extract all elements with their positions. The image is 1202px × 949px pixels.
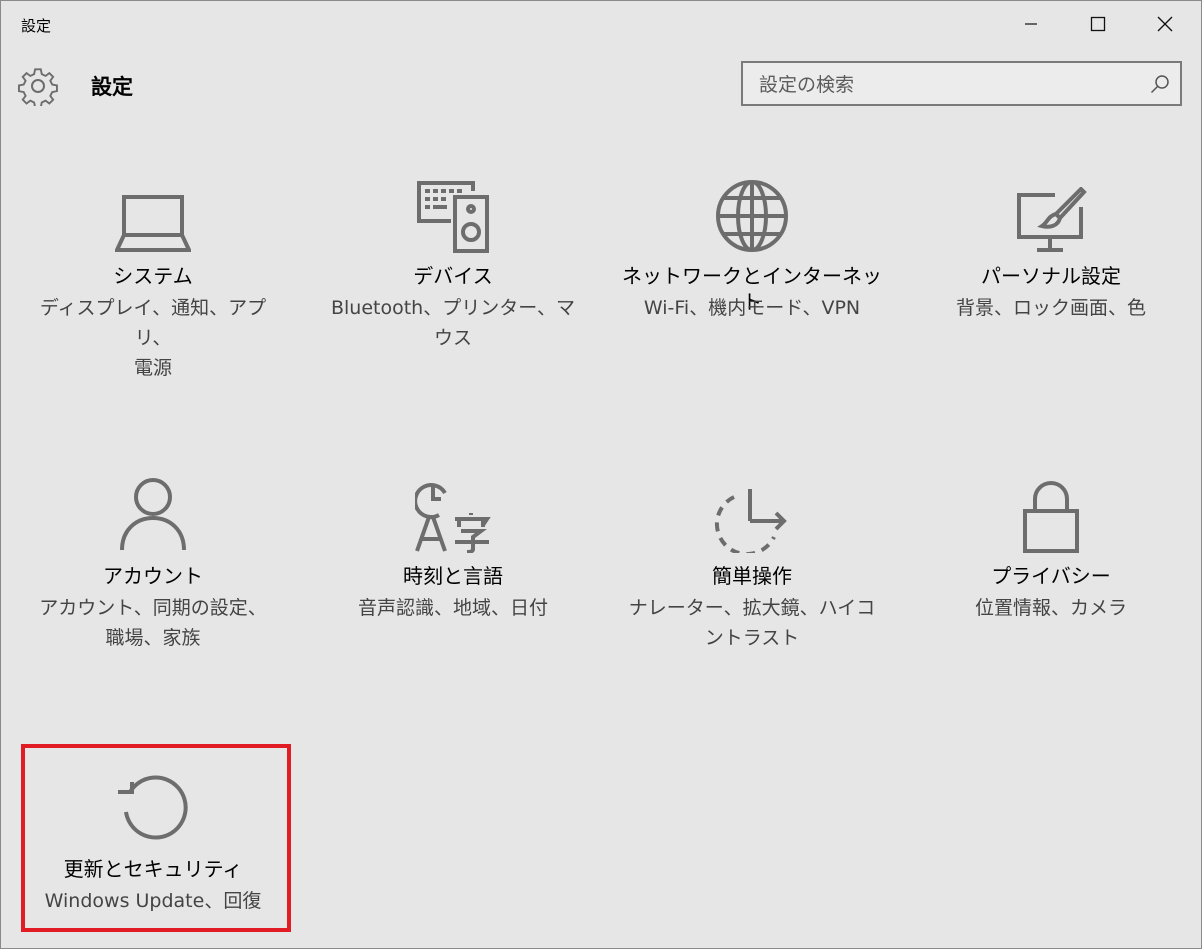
tile-description: 位置情報、カメラ [974,597,1127,619]
tile-personalization[interactable]: パーソナル設定 背景、ロック画面、色 [921,171,1181,351]
maximize-button[interactable] [1064,1,1132,47]
close-button[interactable] [1131,1,1199,47]
tile-network[interactable]: ネットワークとインターネット Wi-Fi、機内モード、VPN [622,171,882,351]
title-bar: 設定 [1,1,1201,47]
search-input[interactable] [757,71,1141,99]
tile-description: ディスプレイ、通知、アプリ、 電源 [39,297,267,379]
tile-title: プライバシー [991,564,1111,588]
tile-title: 簡単操作 [712,564,792,588]
tile-title: 時刻と言語 [403,564,503,588]
highlight-frame [21,744,291,932]
personalization-icon [1017,187,1087,252]
tile-title: アカウント [103,564,203,588]
tile-description: Wi-Fi、機内モード、VPN [643,297,861,319]
tile-ease-of-access[interactable]: 簡単操作 ナレーター、拡大鏡、ハイコ ントラスト [622,471,882,651]
minimize-icon [1025,23,1037,25]
page-title: 設定 [91,75,133,99]
search-box[interactable] [741,61,1182,106]
search-icon[interactable] [1150,74,1170,94]
tile-time-language[interactable]: 時刻と言語 音声認識、地域、日付 [323,471,583,651]
tile-description: 背景、ロック画面、色 [955,297,1146,319]
tile-description: アカウント、同期の設定、 職場、家族 [39,597,267,649]
close-icon [1157,16,1173,32]
window-title: 設定 [21,17,52,35]
ease-of-access-icon [714,489,787,553]
tile-title: パーソナル設定 [981,264,1121,288]
person-icon [120,478,186,551]
gear-icon [18,68,58,106]
globe-icon [716,180,788,252]
settings-window: 設定 設定 設定の検索 システム ディスプレイ、通知、アプリ、 電源 デバイス … [0,0,1202,949]
tile-title: システム [113,264,193,288]
devices-icon [417,181,489,253]
tile-description: 音声認識、地域、日付 [357,597,548,619]
lock-icon [1023,481,1079,553]
tile-privacy[interactable]: プライバシー 位置情報、カメラ [921,471,1181,651]
tile-devices[interactable]: デバイス Bluetooth、プリンター、マ ウス [323,171,583,351]
tile-description: ナレーター、拡大鏡、ハイコ ントラスト [628,597,876,649]
tile-title: デバイス [413,264,493,288]
minimize-button[interactable] [997,1,1065,47]
maximize-icon [1090,16,1106,32]
time-language-icon [415,483,491,553]
tile-description: Bluetooth、プリンター、マ ウス [330,297,576,349]
laptop-icon [115,195,191,252]
tile-system[interactable]: システム ディスプレイ、通知、アプリ、 電源 [23,171,283,379]
tile-accounts[interactable]: アカウント アカウント、同期の設定、 職場、家族 [23,471,283,651]
